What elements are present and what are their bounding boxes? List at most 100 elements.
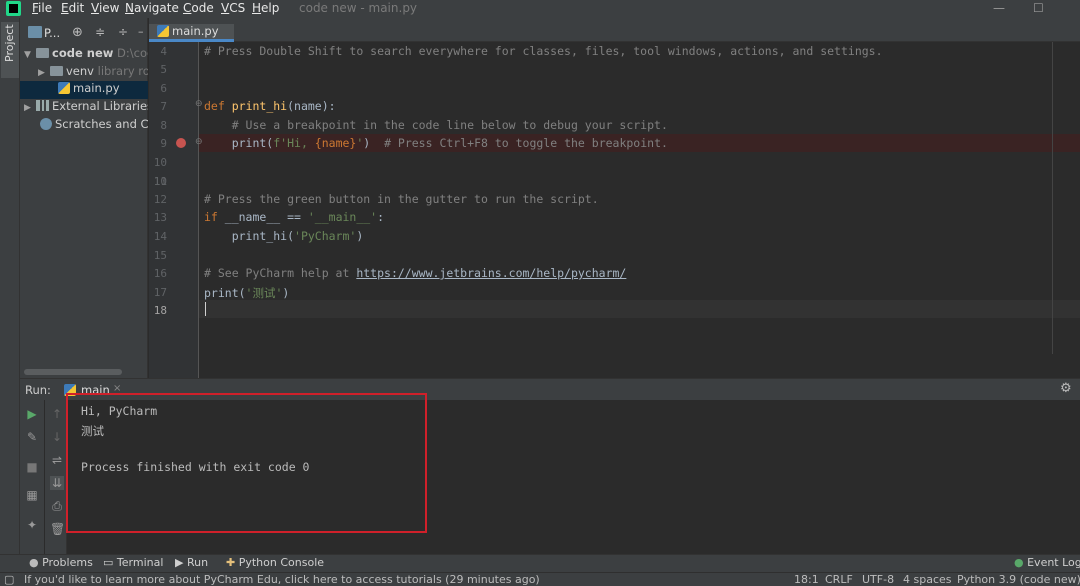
pin-icon[interactable]: ✦ [25,518,39,532]
line-separator[interactable]: CRLF [825,573,853,586]
code-line-4[interactable]: # Press Double Shift to search everywher… [204,44,883,58]
tree-item-venv[interactable]: ▶ venv library ro [38,64,148,82]
file-encoding[interactable]: UTF-8 [862,573,894,586]
tab-python-console[interactable]: ✚ Python Console [226,556,324,569]
right-margin-guide [1052,42,1053,354]
tab-run[interactable]: ▶ Run [175,556,208,569]
code-token: 'PyCharm' [294,229,357,243]
code-token: {name} [314,136,357,150]
arrow-down-icon[interactable]: ↓ [50,430,64,444]
line-number: 7 [160,100,167,113]
help-link[interactable]: https://www.jetbrains.com/help/pycharm/ [356,266,626,280]
tree-item-path: D:\cod [117,46,148,60]
tree-item-code-new[interactable]: ▼ code new D:\cod [24,46,148,64]
print-icon[interactable]: ⎙ [50,499,64,513]
code-line-16[interactable]: # See PyCharm help at https://www.jetbra… [204,266,626,280]
tree-item-main-py[interactable]: main.py [20,81,148,99]
window-title: code new - main.py [299,1,418,15]
tree-item-external-libraries[interactable]: ▶ External Libraries [24,99,148,117]
folder-icon [36,48,49,58]
line-number: 15 [153,249,167,262]
chevron-right-icon[interactable]: ▶ [38,68,50,78]
breakpoint-icon[interactable] [176,138,186,148]
run-icon: ▶ [175,556,184,569]
menu-edit[interactable]: Edit [61,1,84,15]
problems-icon: ● [29,556,39,569]
folder-icon [50,66,63,76]
collapse-all-icon[interactable]: ÷ [118,25,128,39]
line-number: 4 [160,45,167,58]
trash-icon[interactable]: 🗑 [50,522,65,536]
code-token: # Press Ctrl+F8 to toggle the breakpoint… [384,136,668,150]
menu-navigate[interactable]: Navigate [125,1,179,15]
chevron-down-icon[interactable]: ▼ [24,50,36,60]
tab-label: Event Log [1027,556,1080,569]
code-line-13[interactable]: if __name__ == '__main__': [204,210,384,224]
code-line-9[interactable]: print(f'Hi, {name}') # Press Ctrl+F8 to … [204,136,668,150]
scroll-to-end-icon[interactable]: ⇊ [50,476,64,490]
code-line-17[interactable]: print('测试') [204,285,289,301]
locate-icon[interactable]: ⊕ [72,25,83,40]
code-line-8[interactable]: # Use a breakpoint in the code line belo… [204,118,668,132]
minimize-button[interactable]: — [993,1,1005,15]
tab-terminal[interactable]: ▭ Terminal [103,556,163,569]
code-token: print_hi( [204,229,295,243]
menu-view[interactable]: View [91,1,119,15]
editor-tab-main-py[interactable]: main.py × [149,24,234,52]
indent-setting[interactable]: 4 spaces [903,573,952,586]
maximize-button[interactable]: ☐ [1033,1,1044,15]
event-log-button[interactable]: ● Event Log [1014,556,1080,569]
project-view-dropdown[interactable]: P... [44,26,60,40]
menu-help[interactable]: Help [252,1,279,15]
tool-window-strip [0,18,20,554]
code-line-7[interactable]: def print_hi(name): [204,99,336,113]
code-line-14[interactable]: print_hi('PyCharm') [204,229,364,243]
code-token: ) [356,229,364,243]
python-interpreter[interactable]: Python 3.9 (code new) [957,573,1080,586]
tab-label: Problems [42,556,93,569]
library-icon [36,100,49,111]
fold-icon[interactable]: ⊖ [195,99,203,109]
editor-tab-label: main.py [172,24,219,38]
project-panel-scrollbar[interactable] [24,369,122,375]
code-token: print( [204,136,274,150]
chevron-right-icon[interactable]: ▶ [24,103,36,113]
expand-all-icon[interactable]: ≑ [95,25,105,39]
stop-icon[interactable]: ■ [25,460,39,474]
project-tool-tab[interactable]: Project [1,22,19,78]
code-token: '__main__' [307,210,378,224]
tab-label: Run [186,556,209,569]
python-console-icon: ✚ [226,556,236,569]
wrench-icon[interactable]: ✎ [25,430,39,444]
line-number: 10 [153,156,167,169]
status-toggle-icon[interactable]: ▢ [4,573,14,586]
tab-label: Python Console [238,556,325,569]
menu-vcs[interactable]: VCS [221,1,245,15]
code-token: # See PyCharm help at [204,266,357,280]
line-number: 16 [153,267,167,280]
status-message[interactable]: If you'd like to learn more about PyChar… [24,573,540,586]
tab-problems[interactable]: ● Problems [29,556,93,569]
code-token: : [377,210,385,224]
layout-icon[interactable]: ▦ [25,488,39,502]
code-token: ) [363,136,385,150]
pycharm-logo-icon [6,1,21,16]
run-panel-label: Run: [25,383,51,397]
gear-icon[interactable]: ⚙ [1060,381,1072,396]
line-number: 9 [160,137,167,150]
tree-item-scratches[interactable]: Scratches and Cor [40,117,148,135]
arrow-up-icon[interactable]: ↑ [50,407,64,421]
scratches-icon [40,118,52,130]
text-caret [205,302,206,316]
panel-options-icon[interactable]: – [138,25,144,38]
rerun-icon[interactable]: ▶ [25,407,39,421]
fold-icon[interactable]: ⊖ [195,137,203,147]
code-line-12[interactable]: # Press the green button in the gutter t… [204,192,599,206]
tree-item-note: library ro [97,64,148,78]
menu-file[interactable]: File [32,1,52,15]
tree-item-label: Scratches and Cor [55,117,148,131]
soft-wrap-icon[interactable]: ⇌ [50,453,64,467]
menu-code[interactable]: Code [183,1,214,15]
caret-position[interactable]: 18:1 [794,573,819,586]
event-log-icon: ● [1014,556,1024,569]
